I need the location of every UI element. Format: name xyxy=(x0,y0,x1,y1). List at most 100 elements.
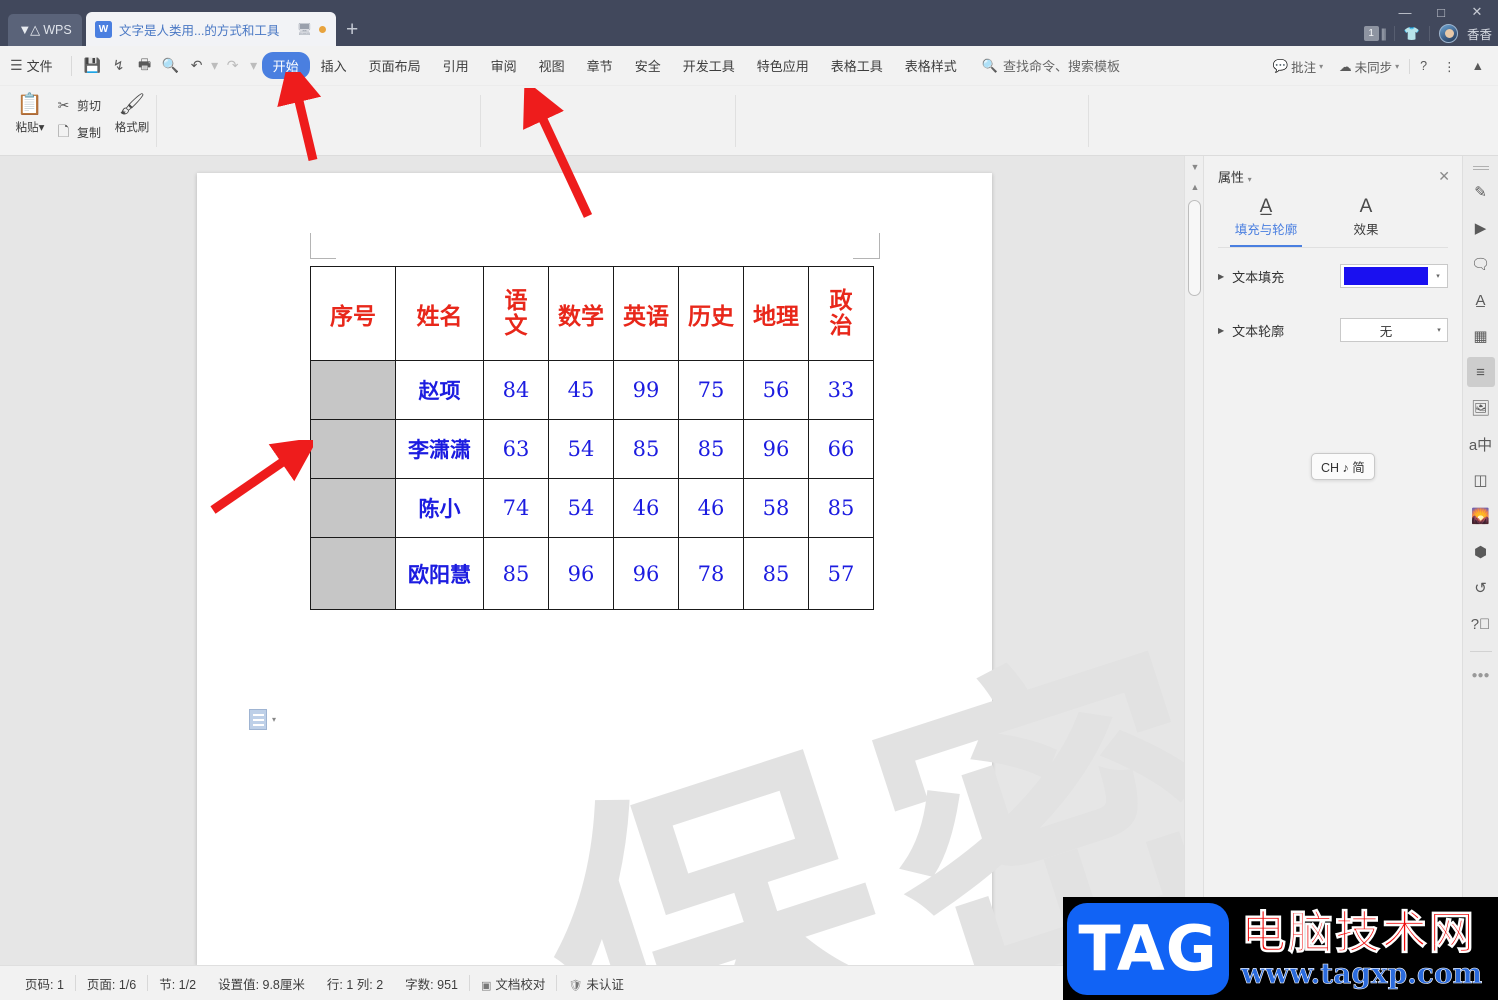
header-cell-chinese[interactable]: 语文 xyxy=(483,266,549,361)
comment-bubble-icon[interactable]: 🗨 xyxy=(1467,249,1495,279)
ime-indicator[interactable]: CH ♪ 简 xyxy=(1311,453,1375,480)
cell-math[interactable]: 45 xyxy=(548,360,614,420)
paste-options-button[interactable]: ▾ xyxy=(249,709,276,730)
cell-seq[interactable] xyxy=(310,537,396,610)
cell-geography[interactable]: 85 xyxy=(743,537,809,610)
cell-politics[interactable]: 85 xyxy=(808,478,874,538)
status-unverified[interactable]: 🛡 未认证 xyxy=(557,974,634,993)
tshirt-theme-icon[interactable]: 👕 xyxy=(1404,26,1420,42)
tab-insert[interactable]: 插入 xyxy=(310,52,358,79)
search-commands-box[interactable]: 🔍 查找命令、搜索模板 xyxy=(982,56,1120,75)
file-menu-button[interactable]: 文件 xyxy=(27,56,53,75)
cell-history[interactable]: 78 xyxy=(678,537,744,610)
properties-sliders-icon[interactable]: ≡ xyxy=(1466,357,1495,387)
cell-geography[interactable]: 96 xyxy=(743,419,809,479)
cell-english[interactable]: 46 xyxy=(613,478,679,538)
header-cell-seq[interactable]: 序号 xyxy=(310,266,396,361)
scroll-up-icon[interactable]: ▲ xyxy=(1190,182,1200,192)
status-setting-value[interactable]: 设置值: 9.8厘米 xyxy=(207,974,316,993)
cell-name[interactable]: 赵项 xyxy=(395,360,484,420)
header-cell-politics[interactable]: 政治 xyxy=(808,266,874,361)
print-preview-icon[interactable]: ↯ xyxy=(106,53,132,79)
chevron-down-icon[interactable]: ▾ xyxy=(1248,175,1252,184)
window-count-badge[interactable]: 1 ||| xyxy=(1363,26,1387,41)
tab-fill-and-outline[interactable]: A̲ 填充与轮廓 xyxy=(1230,195,1302,247)
cell-name[interactable]: 欧阳慧 xyxy=(395,537,484,610)
cell-chinese[interactable]: 84 xyxy=(483,360,549,420)
status-page-number[interactable]: 页码: 1 xyxy=(14,974,75,993)
tab-page-layout[interactable]: 页面布局 xyxy=(358,52,432,79)
header-cell-name[interactable]: 姓名 xyxy=(395,266,484,361)
chevron-up-icon[interactable]: ▲ xyxy=(1466,56,1490,76)
cell-math[interactable]: 54 xyxy=(548,419,614,479)
tab-view[interactable]: 视图 xyxy=(528,52,576,79)
tab-developer[interactable]: 开发工具 xyxy=(672,52,746,79)
tab-section[interactable]: 章节 xyxy=(576,52,624,79)
find-icon[interactable]: 🔍 xyxy=(158,53,184,79)
cell-name[interactable]: 李潇潇 xyxy=(395,419,484,479)
minimize-icon[interactable]: — xyxy=(1388,2,1422,22)
cell-seq[interactable] xyxy=(310,360,396,420)
cell-english[interactable]: 85 xyxy=(613,419,679,479)
format-painter-button[interactable]: 🖌 格式刷 xyxy=(112,92,152,135)
cell-chinese[interactable]: 63 xyxy=(483,419,549,479)
text-fill-color-picker[interactable]: ▾ xyxy=(1340,264,1448,288)
word-art-icon[interactable]: A̲ xyxy=(1467,285,1495,315)
close-icon[interactable]: ✕ xyxy=(1460,2,1494,22)
cell-politics[interactable]: 57 xyxy=(808,537,874,610)
help-question-icon[interactable]: ? xyxy=(1414,56,1433,76)
cell-history[interactable]: 46 xyxy=(678,478,744,538)
image-gallery-icon[interactable]: 🖼 xyxy=(1467,393,1495,423)
tab-start[interactable]: 开始 xyxy=(261,52,310,79)
table-icon[interactable]: ▦ xyxy=(1467,321,1495,351)
redo-icon[interactable]: ↷ xyxy=(220,53,246,79)
pen-annotate-icon[interactable]: ✎ xyxy=(1467,177,1495,207)
cell-english[interactable]: 96 xyxy=(613,537,679,610)
tab-references[interactable]: 引用 xyxy=(432,52,480,79)
tab-table-styles[interactable]: 表格样式 xyxy=(894,52,968,79)
cell-seq[interactable] xyxy=(310,478,396,538)
chevron-down-icon[interactable]: ▾ xyxy=(1431,326,1447,334)
cell-politics[interactable]: 66 xyxy=(808,419,874,479)
cell-history[interactable]: 85 xyxy=(678,419,744,479)
expand-triangle-icon[interactable]: ▶ xyxy=(1218,272,1224,281)
text-outline-select[interactable]: 无 ▾ xyxy=(1340,318,1448,342)
close-icon[interactable]: ✕ xyxy=(1438,168,1450,185)
cell-chinese[interactable]: 85 xyxy=(483,537,549,610)
rail-grip[interactable] xyxy=(1472,166,1489,167)
chevron-down-icon[interactable]: ▾ xyxy=(1430,272,1446,280)
cell-math[interactable]: 54 xyxy=(548,478,614,538)
header-cell-geography[interactable]: 地理 xyxy=(743,266,809,361)
cell-history[interactable]: 75 xyxy=(678,360,744,420)
cursor-select-icon[interactable]: ▶ xyxy=(1467,213,1495,243)
box-icon[interactable]: ◫ xyxy=(1467,465,1495,495)
header-cell-english[interactable]: 英语 xyxy=(613,266,679,361)
avatar[interactable] xyxy=(1438,24,1458,43)
wps-home-button[interactable]: ▼△ WPS xyxy=(8,14,82,46)
expand-triangle-icon[interactable]: ▶ xyxy=(1218,326,1224,335)
scrollbar-thumb[interactable] xyxy=(1188,200,1201,296)
header-cell-history[interactable]: 历史 xyxy=(678,266,744,361)
maximize-icon[interactable]: □ xyxy=(1424,2,1458,22)
tab-review[interactable]: 审阅 xyxy=(480,52,528,79)
paste-button[interactable]: 📋 粘贴▾ xyxy=(10,92,50,135)
cell-chinese[interactable]: 74 xyxy=(483,478,549,538)
cell-politics[interactable]: 33 xyxy=(808,360,874,420)
status-proofread[interactable]: ▣ 文档校对 xyxy=(470,974,556,993)
status-section[interactable]: 节: 1/2 xyxy=(148,974,207,993)
document-tab[interactable]: W 文字是人类用...的方式和工具 🖥 xyxy=(86,12,336,46)
hamburger-menu-icon[interactable]: ☰ xyxy=(10,57,23,74)
status-row-col[interactable]: 行: 1 列: 2 xyxy=(316,974,394,993)
cell-math[interactable]: 96 xyxy=(548,537,614,610)
cell-geography[interactable]: 58 xyxy=(743,478,809,538)
cut-button[interactable]: ✂ 剪切 xyxy=(55,92,101,119)
help-circle-icon[interactable]: ?⃝ xyxy=(1467,609,1495,639)
undo-caret-icon[interactable]: ▾ xyxy=(210,53,220,79)
cell-geography[interactable]: 56 xyxy=(743,360,809,420)
split-view-icon[interactable]: ▼ xyxy=(1190,162,1200,172)
print-icon[interactable]: 🖶 xyxy=(132,53,158,79)
history-icon[interactable]: ↺ xyxy=(1467,573,1495,603)
cell-seq[interactable] xyxy=(310,419,396,479)
more-vertical-icon[interactable]: ⋮ xyxy=(1437,56,1462,77)
new-tab-button[interactable]: + xyxy=(346,18,358,46)
